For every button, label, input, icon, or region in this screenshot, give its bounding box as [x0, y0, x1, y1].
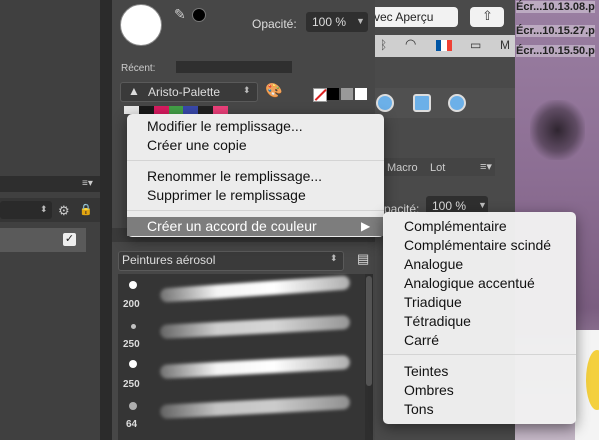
left-menu-icon[interactable]: ≡▾: [82, 178, 93, 189]
wifi-icon[interactable]: ◠: [405, 36, 416, 52]
submenu-item-complementary[interactable]: Complémentaire: [404, 218, 507, 234]
eyedropper-icon[interactable]: ✎: [174, 6, 186, 23]
menu-separator: [383, 354, 576, 355]
submenu-arrow-icon: ▶: [361, 219, 371, 233]
brush-size: 200: [123, 299, 140, 310]
palette-swatch[interactable]: [138, 106, 154, 114]
scrollbar-thumb[interactable]: [366, 276, 372, 386]
submenu-item-tones[interactable]: Tons: [404, 401, 434, 417]
lock-icon[interactable]: 🔒: [79, 203, 93, 216]
menu-item-edit-fill[interactable]: Modifier le remplissage...: [147, 118, 303, 134]
tab-lot[interactable]: Lot: [430, 162, 445, 174]
recent-label: Récent:: [121, 63, 156, 74]
panel-divider: [100, 0, 112, 440]
menu-separator: [127, 210, 384, 211]
palette-swatch[interactable]: [183, 106, 199, 114]
brush-tip-dot: [129, 402, 137, 410]
bluetooth-icon[interactable]: ᛒ: [380, 38, 387, 52]
boolean-add-icon[interactable]: [376, 94, 394, 112]
white-swatch[interactable]: [355, 88, 367, 100]
submenu-item-accented-analogous[interactable]: Analogique accentué: [404, 275, 535, 291]
submenu-item-triadic[interactable]: Triadique: [404, 294, 462, 310]
submenu-item-square[interactable]: Carré: [404, 332, 439, 348]
palette-swatch[interactable]: [198, 106, 214, 114]
menu-item-duplicate[interactable]: Créer une copie: [147, 137, 247, 153]
brush-size: 250: [123, 379, 140, 390]
black-swatch[interactable]: [327, 88, 339, 100]
boolean-subtract-icon[interactable]: [413, 94, 431, 112]
opacity-value-2: 100 %: [432, 199, 467, 213]
none-color-swatch[interactable]: [313, 88, 327, 102]
palette-swatches[interactable]: [124, 106, 229, 114]
brush-tip-dot: [129, 360, 137, 368]
chevron-down-icon: ▼: [478, 200, 487, 210]
open-preview-label: vec Aperçu: [374, 10, 434, 24]
submenu-item-shades[interactable]: Ombres: [404, 382, 454, 398]
menu-item-delete-fill[interactable]: Supprimer le remplissage: [147, 187, 306, 203]
palette-swatch[interactable]: [213, 106, 229, 114]
palette-options-icon[interactable]: 🎨: [265, 82, 282, 99]
desktop-file[interactable]: Écr...10.15.50.p: [516, 45, 595, 57]
flag-fr-icon[interactable]: [436, 40, 452, 51]
submenu-item-tints[interactable]: Teintes: [404, 363, 448, 379]
brush-menu-icon[interactable]: ▤: [357, 251, 369, 267]
desktop-file[interactable]: Écr...10.15.27.p: [516, 25, 595, 37]
opacity-label: Opacité:: [252, 17, 297, 31]
fill-color-well[interactable]: [120, 4, 162, 46]
brush-size: 250: [123, 339, 140, 350]
submenu-item-analogous[interactable]: Analogue: [404, 256, 463, 272]
gear-icon[interactable]: ⚙: [58, 203, 70, 219]
recent-colors-bar[interactable]: [176, 61, 292, 73]
select-arrows-icon: ⬍: [330, 253, 338, 263]
submenu-item-tetradic[interactable]: Tétradique: [404, 313, 471, 329]
monitor-icon[interactable]: ▭: [470, 38, 481, 52]
palette-name: Aristo-Palette: [148, 85, 221, 99]
share-icon: ⇧: [482, 8, 493, 23]
boolean-intersect-icon[interactable]: [448, 94, 466, 112]
stroke-color-well[interactable]: [192, 8, 206, 22]
palette-swatch[interactable]: [124, 106, 139, 114]
tool-row: [375, 88, 515, 118]
palette-swatch[interactable]: [153, 106, 169, 114]
select-arrows-icon: ⬍: [40, 204, 48, 214]
menu-separator: [127, 160, 384, 161]
palette-swatch[interactable]: [168, 106, 184, 114]
desktop-file[interactable]: Écr...10.13.08.p: [516, 1, 595, 13]
layer-visibility-checkbox[interactable]: ✓: [63, 233, 76, 246]
brush-category-label: Peintures aérosol: [122, 253, 216, 267]
brush-tip-dot: [129, 281, 137, 289]
chevron-down-icon: ▼: [356, 16, 365, 26]
triangle-palette-icon: ▲: [128, 84, 140, 98]
menu-item-rename-fill[interactable]: Renommer le remplissage...: [147, 168, 322, 184]
brush-size: 64: [126, 419, 138, 430]
status-icon[interactable]: M: [500, 38, 510, 52]
tab-macro[interactable]: Macro: [387, 162, 418, 174]
select-arrows-icon: ⬍: [243, 85, 251, 95]
menu-item-create-harmony[interactable]: Créer un accord de couleur: [147, 218, 317, 234]
panel-menu-icon[interactable]: ≡▾: [480, 160, 492, 173]
submenu-item-split-complementary[interactable]: Complémentaire scindé: [404, 237, 551, 253]
brush-tip-dot: [131, 324, 136, 329]
desktop-tree-silhouette: [530, 100, 585, 160]
grey-swatch[interactable]: [341, 88, 353, 100]
opacity-value: 100 %: [312, 15, 347, 29]
